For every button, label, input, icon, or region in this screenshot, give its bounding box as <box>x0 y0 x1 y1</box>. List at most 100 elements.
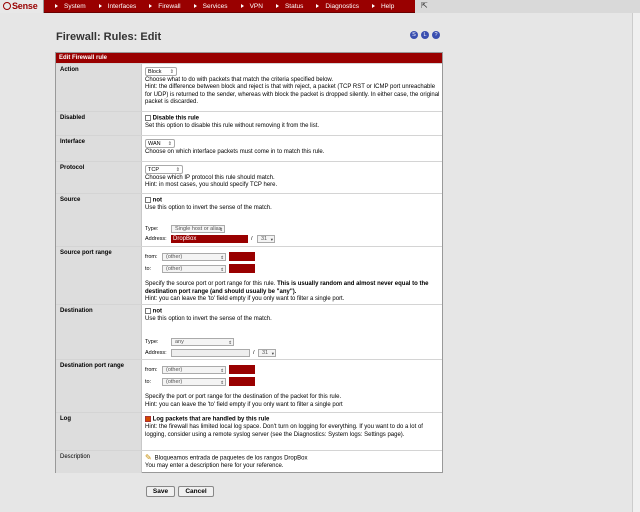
destination-slash: / <box>253 350 255 356</box>
source-mask-select[interactable]: 31 ▾ <box>257 235 275 243</box>
dest-port-from-input[interactable] <box>229 365 255 374</box>
protocol-label: Protocol <box>56 162 142 193</box>
cancel-button[interactable]: Cancel <box>178 486 214 497</box>
destination-port-label: Destination port range <box>56 360 142 412</box>
row-source: Source not Use this option to invert the… <box>56 193 442 246</box>
interface-help: Choose on which interface packets must c… <box>145 148 325 155</box>
disabled-label: Disabled <box>56 112 142 135</box>
disable-rule-text: Disable this rule <box>152 115 200 122</box>
source-address-label: Address: <box>145 236 167 242</box>
interface-label: Interface <box>56 136 142 161</box>
menu-diagnostics[interactable]: Diagnostics <box>311 0 367 13</box>
source-type-label: Type: <box>145 226 159 232</box>
dest-port-to-input[interactable] <box>229 377 255 386</box>
dest-port-from-label: from: <box>145 367 158 373</box>
description-help: You may enter a description here for you… <box>145 463 284 470</box>
action-help: Choose what to do with packets that matc… <box>145 76 334 83</box>
destination-mask-select[interactable]: 31 ▾ <box>258 349 276 357</box>
destination-address-label: Address: <box>145 350 167 356</box>
menu-arrow-icon <box>371 4 375 8</box>
disable-rule-checkbox[interactable] <box>145 115 151 121</box>
select-arrow-icon: ⇕ <box>220 267 224 272</box>
action-select[interactable]: Block ⇕ <box>145 67 177 76</box>
logo-text: Sense <box>12 1 38 11</box>
select-arrow-icon: ⇕ <box>220 380 224 385</box>
select-arrow-icon: ▾ <box>271 351 274 356</box>
row-source-port: Source port range from: (other) ⇕ to: (ot… <box>56 246 442 304</box>
menu-interfaces[interactable]: Interfaces <box>94 0 145 13</box>
log-help: Hint: the firewall has limited local log… <box>145 424 423 438</box>
menu-vpn[interactable]: VPN <box>236 0 271 13</box>
row-destination-port: Destination port range from: (other) ⇕ to… <box>56 359 442 412</box>
source-port-from-input[interactable] <box>229 252 255 261</box>
destination-label: Destination <box>56 305 142 359</box>
menu-arrow-icon <box>240 4 244 8</box>
row-protocol: Protocol TCP ⇕ Choose which IP protocol t… <box>56 161 442 193</box>
row-description: Description ✎ Bloqueamos entrada de paqu… <box>56 450 442 473</box>
source-type-select[interactable]: Single host or alias ⇕ <box>171 225 225 233</box>
pencil-icon: ✎ <box>145 453 152 462</box>
select-arrow-icon: ⇕ <box>228 340 232 345</box>
action-hint: Hint: the difference between block and r… <box>145 84 440 106</box>
menu-arrow-icon <box>149 4 153 8</box>
log-checkbox[interactable] <box>145 416 151 422</box>
menu-arrow-icon <box>316 4 320 8</box>
menu-status[interactable]: Status <box>271 0 311 13</box>
source-slash: / <box>251 236 253 242</box>
log-icon[interactable]: L <box>421 31 429 39</box>
interface-select[interactable]: WAN ⇕ <box>145 139 175 148</box>
menu-help[interactable]: Help <box>367 0 402 13</box>
dest-port-hint: Hint: you can leave the 'to' field empty… <box>145 401 343 408</box>
menu-system[interactable]: System <box>50 0 94 13</box>
pfsense-logo[interactable]: Sense <box>0 0 44 13</box>
select-arrow-icon: ⇕ <box>167 141 172 147</box>
source-not-text: not <box>152 197 162 204</box>
source-port-to-label: to: <box>145 266 152 272</box>
menu-firewall[interactable]: Firewall <box>144 0 188 13</box>
source-port-to-select[interactable]: (other) ⇕ <box>162 265 226 273</box>
source-label: Source <box>56 194 142 246</box>
source-port-help: Specify the source port or port range fo… <box>145 281 278 287</box>
row-interface: Interface WAN ⇕ Choose on which interface… <box>56 135 442 161</box>
menu-arrow-icon <box>98 4 102 8</box>
destination-type-select[interactable]: any ⇕ <box>171 338 234 346</box>
panel-header: Edit Firewall rule <box>56 53 442 63</box>
source-help: Use this option to invert the sense of t… <box>145 205 272 212</box>
dest-port-to-select[interactable]: (other) ⇕ <box>162 378 226 386</box>
destination-not-checkbox[interactable] <box>145 308 151 314</box>
select-arrow-icon: ⇕ <box>220 255 224 260</box>
protocol-hint: Hint: in most cases, you should specify … <box>145 182 278 189</box>
status-icon[interactable]: S <box>410 31 418 39</box>
source-port-from-select[interactable]: (other) ⇕ <box>162 253 226 261</box>
select-arrow-icon: ⇕ <box>219 227 223 232</box>
action-label: Action <box>56 64 142 111</box>
description-input[interactable]: Bloqueamos entrada de paquetes de los ra… <box>155 456 308 462</box>
menu-services[interactable]: Services <box>189 0 236 13</box>
log-label: Log <box>56 413 142 450</box>
source-port-to-input[interactable] <box>229 264 255 273</box>
select-arrow-icon: ⇕ <box>169 69 174 75</box>
source-address-input[interactable]: DropBox <box>171 235 248 243</box>
dest-port-help: Specify the port or port range for the d… <box>145 394 342 400</box>
row-destination: Destination not Use this option to inver… <box>56 304 442 359</box>
save-button[interactable]: Save <box>146 486 175 497</box>
destination-help: Use this option to invert the sense of t… <box>145 316 272 323</box>
destination-type-label: Type: <box>145 339 159 345</box>
destination-address-input[interactable] <box>171 349 250 357</box>
source-not-checkbox[interactable] <box>145 197 151 203</box>
dest-port-from-select[interactable]: (other) ⇕ <box>162 366 226 374</box>
select-arrow-icon: ⇕ <box>175 167 180 173</box>
row-log: Log Log packets that are handled by this… <box>56 412 442 450</box>
logout-icon[interactable]: ⇱ <box>421 1 428 10</box>
menu-arrow-icon <box>55 4 58 8</box>
protocol-select[interactable]: TCP ⇕ <box>145 165 183 174</box>
source-port-label: Source port range <box>56 247 142 304</box>
disabled-help: Set this option to disable this rule wit… <box>145 123 320 130</box>
help-icon[interactable]: ? <box>432 31 440 39</box>
destination-not-text: not <box>152 308 162 315</box>
source-port-hint: Hint: you can leave the 'to' field empty… <box>145 296 345 303</box>
select-arrow-icon: ⇕ <box>220 368 224 373</box>
edit-rule-panel: Edit Firewall rule Action Block ⇕ Choose … <box>55 52 443 473</box>
page-scrollbar[interactable] <box>632 13 640 512</box>
logo-icon <box>3 2 11 10</box>
